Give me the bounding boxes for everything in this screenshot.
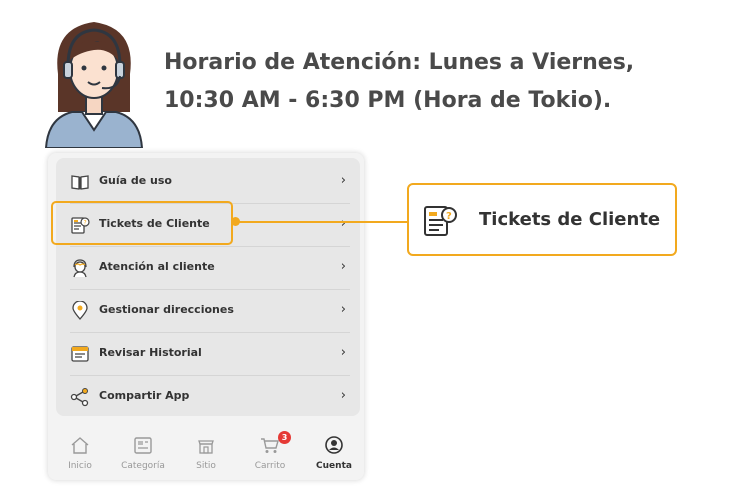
menu-item-label: Guía de uso [99, 174, 172, 187]
tab-categoria[interactable]: Categoría [113, 431, 173, 480]
menu-item-compartir-app[interactable]: Compartir App › [56, 376, 360, 419]
book-icon [71, 175, 89, 190]
chevron-right-icon: › [340, 388, 346, 403]
cart-count-badge: 3 [278, 431, 291, 444]
chevron-right-icon: › [340, 302, 346, 317]
tickets-highlight-frame [51, 201, 233, 245]
account-menu: Guía de uso › ? Tickets de Cliente › Ate… [56, 158, 360, 416]
chevron-right-icon: › [340, 259, 346, 274]
support-agent-illustration [44, 22, 144, 148]
chevron-right-icon: › [340, 216, 346, 231]
ticket-icon: ? [424, 206, 457, 236]
tab-label: Inicio [68, 461, 92, 471]
menu-item-label: Atención al cliente [99, 260, 215, 273]
tab-cuenta[interactable]: Cuenta [304, 431, 364, 480]
menu-item-guia-de-uso[interactable]: Guía de uso › [56, 161, 360, 204]
share-icon [70, 388, 89, 407]
home-icon [71, 437, 89, 454]
tab-label: Carrito [254, 461, 286, 471]
support-hours-heading: Horario de Atención: Lunes a Viernes, 10… [164, 44, 724, 120]
support-hours-line-1: Horario de Atención: Lunes a Viernes, [164, 50, 635, 75]
location-pin-icon [72, 301, 88, 320]
menu-item-gestionar-direcciones[interactable]: Gestionar direcciones › [56, 290, 360, 333]
bottom-tab-bar: Inicio Categoría Sitio 3 Carrito Cuenta [48, 431, 364, 480]
callout-label: Tickets de Cliente [479, 209, 661, 230]
svg-text:?: ? [446, 211, 452, 222]
menu-item-label: Revisar Historial [99, 346, 202, 359]
menu-item-revisar-historial[interactable]: Revisar Historial › [56, 333, 360, 376]
callout-connector-dot [231, 217, 240, 226]
menu-item-atencion-al-cliente[interactable]: Atención al cliente › [56, 247, 360, 290]
tab-carrito[interactable]: 3 Carrito [240, 431, 300, 480]
menu-item-label: Compartir App [99, 389, 190, 402]
chevron-right-icon: › [340, 345, 346, 360]
support-hours-line-2: 10:30 AM - 6:30 PM (Hora de Tokio). [164, 88, 612, 113]
tab-label: Categoría [121, 461, 165, 471]
tickets-callout: ? Tickets de Cliente [407, 183, 677, 256]
tab-inicio[interactable]: Inicio [50, 431, 110, 480]
account-icon [325, 436, 343, 454]
tab-label: Cuenta [316, 461, 352, 471]
category-icon [134, 437, 152, 454]
cart-icon [261, 438, 279, 453]
support-agent-icon [73, 259, 87, 278]
menu-item-label: Gestionar direcciones [99, 303, 234, 316]
callout-connector-line [235, 221, 408, 223]
store-icon [198, 440, 214, 454]
chevron-right-icon: › [340, 173, 346, 188]
history-icon [71, 346, 89, 362]
tab-sitio[interactable]: Sitio [176, 431, 236, 480]
tab-label: Sitio [196, 461, 216, 471]
